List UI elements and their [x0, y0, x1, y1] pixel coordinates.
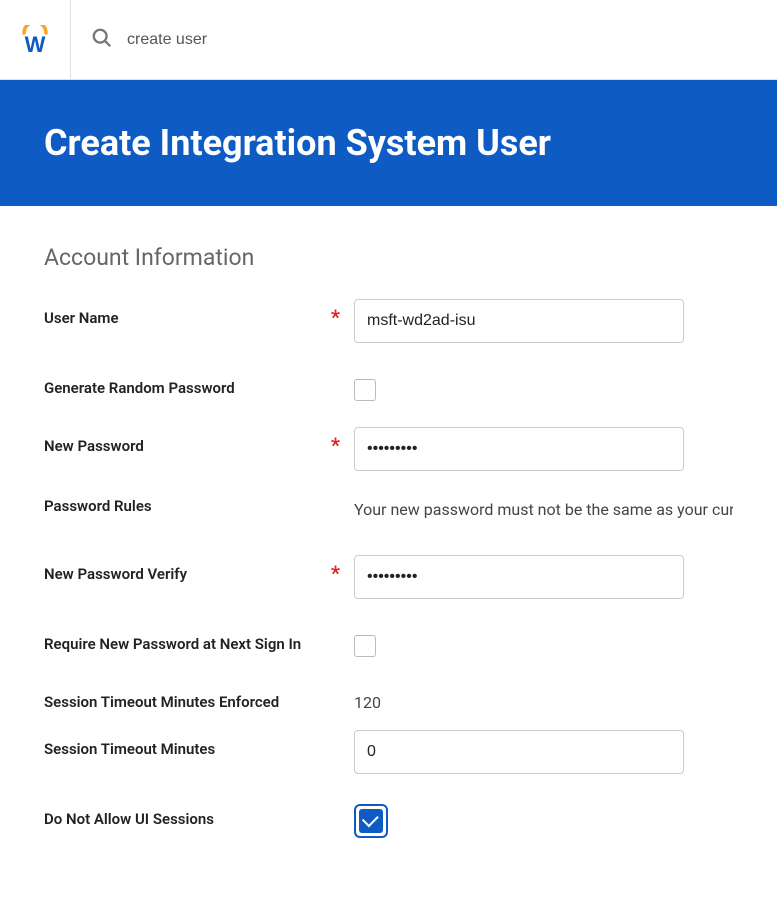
- username-label: User Name *: [44, 299, 354, 327]
- required-asterisk: *: [331, 433, 340, 457]
- password-rules-row: Password Rules Your new password must no…: [44, 497, 733, 523]
- new-password-row: New Password *: [44, 427, 733, 471]
- topbar: W: [0, 0, 777, 80]
- username-row: User Name *: [44, 299, 733, 343]
- search-input[interactable]: [127, 31, 427, 49]
- svg-text:W: W: [25, 32, 46, 55]
- session-timeout-row: Session Timeout Minutes: [44, 730, 733, 774]
- required-asterisk: *: [331, 561, 340, 585]
- logo-container: W: [20, 0, 71, 79]
- new-password-verify-label: New Password Verify *: [44, 555, 354, 583]
- checkmark-icon: [362, 810, 379, 827]
- session-timeout-enforced-value: 120: [354, 683, 733, 712]
- section-title: Account Information: [44, 244, 733, 271]
- do-not-allow-ui-row: Do Not Allow UI Sessions: [44, 800, 733, 838]
- page-title: Create Integration System User: [44, 122, 733, 164]
- session-timeout-input[interactable]: [354, 730, 684, 774]
- session-timeout-enforced-label: Session Timeout Minutes Enforced: [44, 683, 354, 711]
- session-timeout-enforced-row: Session Timeout Minutes Enforced 120: [44, 683, 733, 712]
- password-rules-label: Password Rules: [44, 497, 354, 515]
- do-not-allow-ui-checkbox[interactable]: [354, 804, 388, 838]
- generate-random-label: Generate Random Password: [44, 369, 354, 397]
- generate-random-checkbox[interactable]: [354, 379, 376, 401]
- workday-logo-icon[interactable]: W: [20, 25, 50, 55]
- require-new-password-label: Require New Password at Next Sign In: [44, 625, 354, 653]
- new-password-input[interactable]: [354, 427, 684, 471]
- generate-random-row: Generate Random Password: [44, 369, 733, 401]
- new-password-verify-row: New Password Verify *: [44, 555, 733, 599]
- required-asterisk: *: [331, 305, 340, 329]
- session-timeout-label: Session Timeout Minutes: [44, 730, 354, 758]
- search-icon: [91, 27, 113, 53]
- new-password-label: New Password *: [44, 427, 354, 455]
- form-content: Account Information User Name * Generate…: [0, 206, 777, 902]
- username-input[interactable]: [354, 299, 684, 343]
- page-header: Create Integration System User: [0, 80, 777, 206]
- require-new-password-checkbox[interactable]: [354, 635, 376, 657]
- do-not-allow-ui-label: Do Not Allow UI Sessions: [44, 800, 354, 828]
- new-password-verify-input[interactable]: [354, 555, 684, 599]
- require-new-password-row: Require New Password at Next Sign In: [44, 625, 733, 657]
- password-rules-text: Your new password must not be the same a…: [354, 497, 733, 523]
- search-container: [91, 27, 427, 53]
